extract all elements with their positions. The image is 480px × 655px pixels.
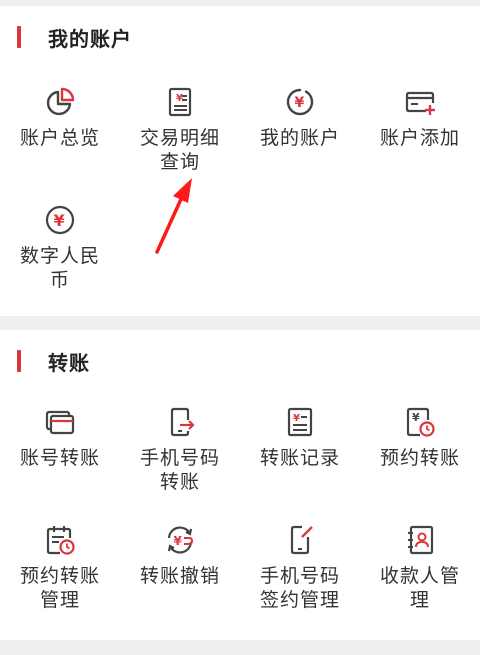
section-accent-bar bbox=[17, 350, 21, 372]
card-add-icon bbox=[404, 86, 436, 118]
phone-sign-manage-tile[interactable]: 手机号码 签约管理 bbox=[240, 524, 360, 644]
pie-chart-icon bbox=[44, 86, 76, 118]
account-overview-tile[interactable]: 账户总览 bbox=[0, 86, 120, 206]
section-title: 转账 bbox=[48, 351, 90, 375]
yen-circle-icon: ¥ bbox=[284, 86, 316, 118]
svg-text:¥: ¥ bbox=[293, 413, 300, 424]
tile-label: 转账撤销 bbox=[139, 565, 220, 587]
phone-transfer-tile[interactable]: 手机号码 转账 bbox=[120, 406, 240, 526]
phone-sign-icon bbox=[284, 524, 316, 556]
tile-label: 交易明细 查询 bbox=[139, 127, 220, 173]
transaction-details-tile[interactable]: ¥ 交易明细 查询 bbox=[120, 86, 240, 206]
transfer-revoke-tile[interactable]: ¥ 转账撤销 bbox=[120, 524, 240, 644]
tile-label: 预约转账 bbox=[379, 447, 460, 469]
phone-transfer-icon bbox=[164, 406, 196, 438]
tile-label: 手机号码 转账 bbox=[139, 447, 220, 493]
receipt-list-icon: ¥ bbox=[164, 86, 196, 118]
tile-label: 我的账户 bbox=[259, 127, 340, 149]
tile-label: 手机号码 签约管理 bbox=[259, 565, 340, 611]
my-account-tile[interactable]: ¥ 我的账户 bbox=[240, 86, 360, 206]
tile-label: 预约转账 管理 bbox=[19, 565, 100, 611]
tile-label: 收款人管 理 bbox=[379, 565, 460, 611]
transfer-section: 转账 账号转账 手机号码 转账 ¥ 转账记录 ¥ 预约转账 预约转账 管理 ¥ … bbox=[0, 330, 480, 640]
tile-label: 账户总览 bbox=[19, 127, 100, 149]
digital-yuan-icon: ¥ bbox=[44, 204, 76, 236]
transfer-revoke-icon: ¥ bbox=[164, 524, 196, 556]
svg-text:¥: ¥ bbox=[54, 211, 65, 230]
account-transfer-tile[interactable]: 账号转账 bbox=[0, 406, 120, 526]
section-accent-bar bbox=[17, 26, 21, 48]
tile-label: 转账记录 bbox=[259, 447, 340, 469]
transfer-record-tile[interactable]: ¥ 转账记录 bbox=[240, 406, 360, 526]
my-account-section: 我的账户 账户总览 ¥ 交易明细 查询 ¥ 我的账户 账户添加 ¥ 数字人民 币 bbox=[0, 6, 480, 316]
svg-text:¥: ¥ bbox=[412, 411, 420, 424]
tile-label: 账号转账 bbox=[19, 447, 100, 469]
section-title: 我的账户 bbox=[48, 27, 132, 51]
svg-text:¥: ¥ bbox=[174, 534, 183, 548]
payee-manage-tile[interactable]: 收款人管 理 bbox=[360, 524, 480, 644]
calendar-clock-icon bbox=[44, 524, 76, 556]
payee-icon bbox=[404, 524, 436, 556]
section-header: 我的账户 bbox=[0, 6, 480, 70]
cards-icon bbox=[44, 406, 76, 438]
scheduled-transfer-manage-tile[interactable]: 预约转账 管理 bbox=[0, 524, 120, 644]
transfer-record-icon: ¥ bbox=[284, 406, 316, 438]
svg-text:¥: ¥ bbox=[295, 95, 305, 111]
section-header: 转账 bbox=[0, 330, 480, 394]
scheduled-transfer-tile[interactable]: ¥ 预约转账 bbox=[360, 406, 480, 526]
account-add-tile[interactable]: 账户添加 bbox=[360, 86, 480, 206]
tile-label: 账户添加 bbox=[379, 127, 460, 149]
digital-yuan-tile[interactable]: ¥ 数字人民 币 bbox=[0, 204, 120, 324]
tile-label: 数字人民 币 bbox=[19, 245, 100, 291]
scheduled-transfer-icon: ¥ bbox=[404, 406, 436, 438]
svg-text:¥: ¥ bbox=[176, 93, 183, 104]
